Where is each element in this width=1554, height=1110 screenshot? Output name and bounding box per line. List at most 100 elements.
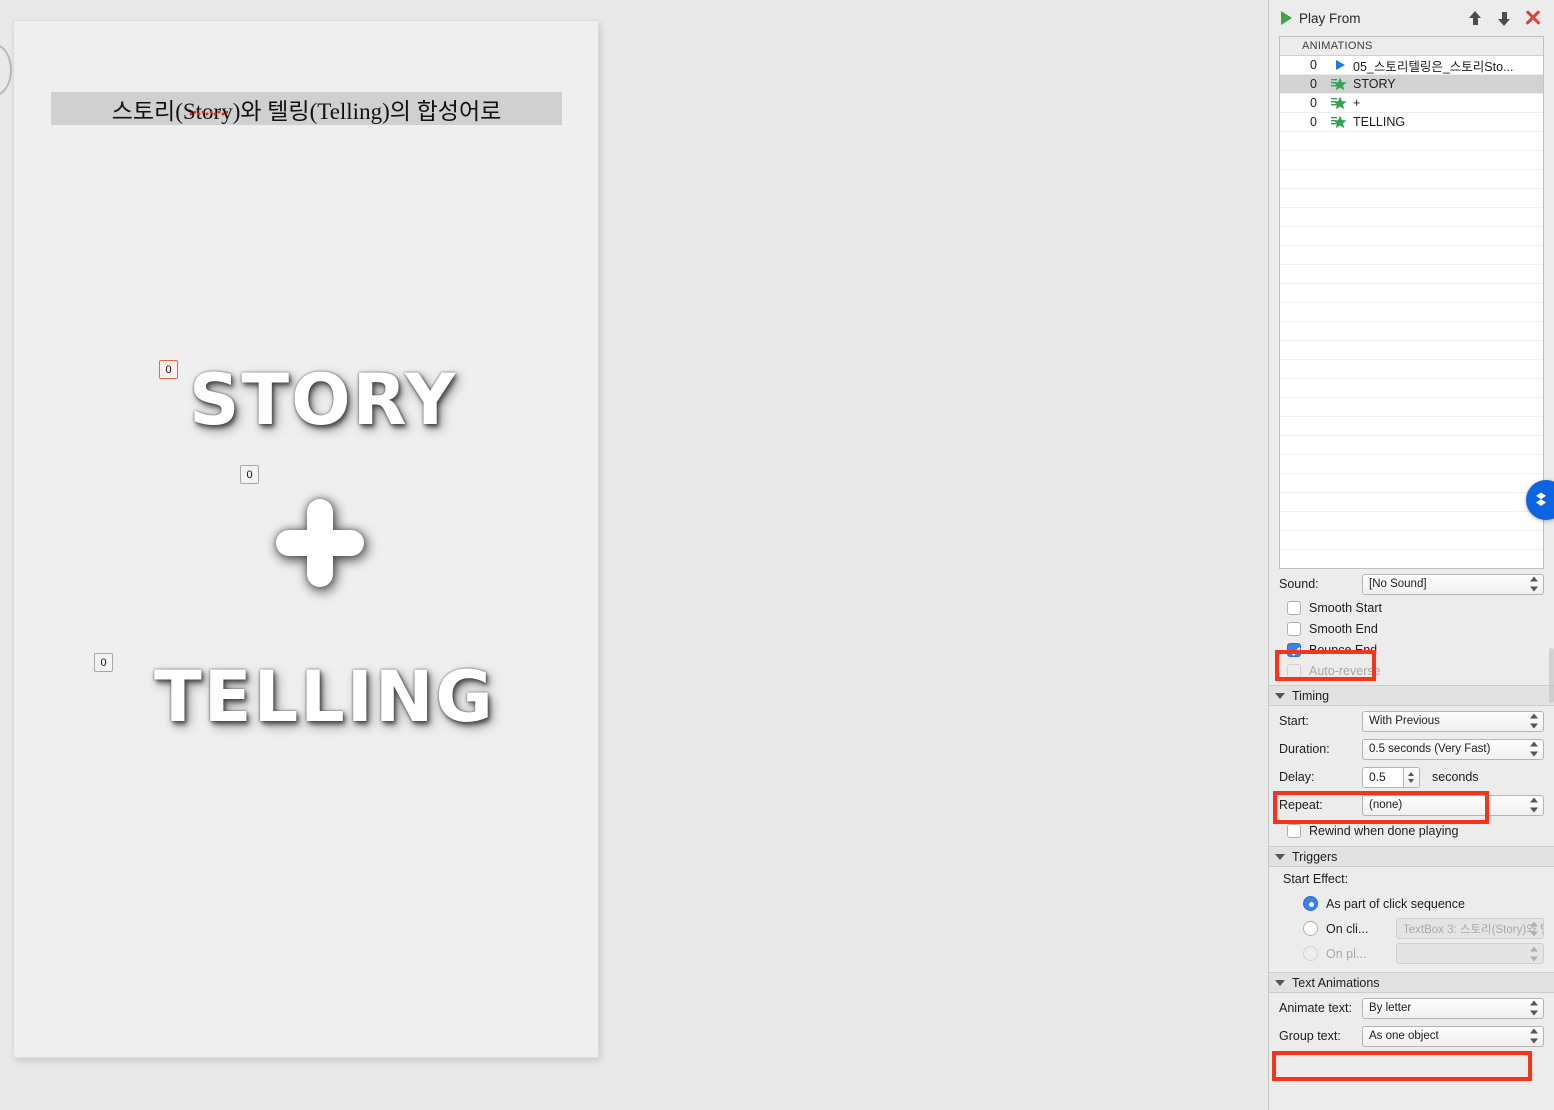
slide-title-textbox[interactable]: 스토리(Story)와 텔링(Telling)의 합성어로 bbox=[51, 92, 562, 125]
start-value: With Previous bbox=[1369, 715, 1440, 727]
smooth-start-checkbox[interactable] bbox=[1287, 600, 1301, 615]
animations-list-empty-row[interactable] bbox=[1280, 436, 1543, 455]
move-down-button[interactable] bbox=[1493, 7, 1515, 29]
repeat-row: Repeat: (none) bbox=[1279, 792, 1544, 818]
green-star-icon bbox=[1327, 115, 1353, 129]
animations-list-empty-row[interactable] bbox=[1280, 151, 1543, 170]
animation-label: + bbox=[1353, 96, 1361, 110]
triggers-section-header[interactable]: Triggers bbox=[1269, 846, 1554, 867]
trigger-on-play-radio bbox=[1303, 946, 1318, 961]
animations-list-empty-row[interactable] bbox=[1280, 493, 1543, 512]
close-button[interactable] bbox=[1522, 7, 1544, 29]
rewind-checkbox[interactable] bbox=[1287, 823, 1301, 838]
panel-scrollbar[interactable] bbox=[1549, 648, 1554, 703]
animations-list-empty-row[interactable] bbox=[1280, 189, 1543, 208]
animations-list-empty-row[interactable] bbox=[1280, 208, 1543, 227]
animations-list-empty-row[interactable] bbox=[1280, 132, 1543, 151]
slide-canvas[interactable]: 스토리(Story)와 텔링(Telling)의 합성어로 STORY TELL… bbox=[13, 20, 599, 1058]
repeat-select[interactable]: (none) bbox=[1362, 794, 1544, 816]
animations-list-empty-row[interactable] bbox=[1280, 265, 1543, 284]
smooth-end-checkbox-row[interactable]: Smooth End bbox=[1279, 618, 1544, 639]
trigger-on-click-radio[interactable] bbox=[1303, 921, 1318, 936]
bounce-end-label: Bounce End bbox=[1309, 642, 1378, 657]
bounce-end-checkbox[interactable] bbox=[1287, 642, 1301, 657]
animations-list-header: ANIMATIONS bbox=[1280, 37, 1543, 56]
animation-badge-plus[interactable]: 0 bbox=[240, 465, 259, 484]
inspector-title: Play From bbox=[1299, 10, 1361, 26]
animation-row-0[interactable]: 0 05_스토리텔링은_스토리Sto... bbox=[1280, 56, 1543, 75]
animations-list-empty-row[interactable] bbox=[1280, 303, 1543, 322]
rewind-checkbox-row[interactable]: Rewind when done playing bbox=[1279, 820, 1544, 841]
animate-text-row: Animate text: By letter bbox=[1279, 995, 1544, 1021]
slide-word-telling[interactable]: TELLING bbox=[154, 656, 495, 738]
delay-stepper[interactable] bbox=[1404, 766, 1420, 788]
animate-text-value: By letter bbox=[1369, 1002, 1412, 1014]
animations-list-empty-row[interactable] bbox=[1280, 246, 1543, 265]
trigger-click-sequence-label: As part of click sequence bbox=[1326, 896, 1465, 911]
effect-options-section: Sound: [No Sound] Smooth Start Smooth En… bbox=[1269, 571, 1554, 681]
trigger-on-click-row[interactable]: On cli... TextBox 3: 스토리(Story)와 텔링(T... bbox=[1279, 916, 1544, 941]
smooth-start-checkbox-row[interactable]: Smooth Start bbox=[1279, 597, 1544, 618]
play-icon[interactable] bbox=[1281, 11, 1292, 25]
trigger-on-click-select[interactable]: TextBox 3: 스토리(Story)와 텔링(T... bbox=[1396, 918, 1544, 939]
animations-list-empty-row[interactable] bbox=[1280, 379, 1543, 398]
auto-reverse-checkbox bbox=[1287, 663, 1301, 678]
animation-row-3[interactable]: 0 TELLING bbox=[1280, 113, 1543, 132]
animations-list-empty-row[interactable] bbox=[1280, 512, 1543, 531]
animations-list-empty-row[interactable] bbox=[1280, 360, 1543, 379]
slide-plus-shape[interactable] bbox=[276, 499, 364, 587]
trigger-on-play-select bbox=[1396, 943, 1544, 964]
green-star-icon bbox=[1327, 77, 1353, 91]
rewind-label: Rewind when done playing bbox=[1309, 823, 1459, 838]
timing-section: Start: With Previous Duration: 0.5 secon… bbox=[1269, 708, 1554, 841]
animations-list-empty-row[interactable] bbox=[1280, 227, 1543, 246]
chevron-down-icon bbox=[1275, 692, 1285, 699]
animation-inspector-panel: Play From ANIMATIONS 0 05_스토리텔링은_스토리Sto.… bbox=[1268, 0, 1554, 1110]
animations-list-empty-row[interactable] bbox=[1280, 341, 1543, 360]
animations-list-empty-row[interactable] bbox=[1280, 417, 1543, 436]
chevron-down-icon bbox=[1275, 853, 1285, 860]
animation-seq: 0 bbox=[1310, 96, 1317, 110]
animations-list-empty-row[interactable] bbox=[1280, 398, 1543, 417]
animations-list-empty-row[interactable] bbox=[1280, 284, 1543, 303]
stepper-icon bbox=[1530, 713, 1539, 729]
sound-select[interactable]: [No Sound] bbox=[1362, 573, 1544, 595]
animation-seq: 0 bbox=[1310, 115, 1317, 129]
delay-input[interactable]: 0.5 bbox=[1362, 766, 1404, 788]
animate-text-select[interactable]: By letter bbox=[1362, 997, 1544, 1019]
delay-row: Delay: 0.5 seconds bbox=[1279, 764, 1544, 790]
animations-list-empty-row[interactable] bbox=[1280, 455, 1543, 474]
auto-reverse-checkbox-row: Auto-reverse bbox=[1279, 660, 1544, 681]
duration-select[interactable]: 0.5 seconds (Very Fast) bbox=[1362, 738, 1544, 760]
animations-list[interactable]: ANIMATIONS 0 05_스토리텔링은_스토리Sto... 0 STORY… bbox=[1279, 36, 1544, 569]
start-row: Start: With Previous bbox=[1279, 708, 1544, 734]
animation-row-1[interactable]: 0 STORY bbox=[1280, 75, 1543, 94]
animations-list-empty-row[interactable] bbox=[1280, 322, 1543, 341]
animations-list-empty-row[interactable] bbox=[1280, 531, 1543, 550]
text-animations-section-header[interactable]: Text Animations bbox=[1269, 972, 1554, 993]
animation-badge-story[interactable]: 0 bbox=[159, 360, 178, 379]
animation-badge-telling[interactable]: 0 bbox=[94, 653, 113, 672]
timing-section-header[interactable]: Timing bbox=[1269, 685, 1554, 706]
trigger-click-sequence-row[interactable]: As part of click sequence bbox=[1279, 891, 1544, 916]
animation-row-2[interactable]: 0 + bbox=[1280, 94, 1543, 113]
smooth-end-checkbox[interactable] bbox=[1287, 621, 1301, 636]
start-select[interactable]: With Previous bbox=[1362, 710, 1544, 732]
duration-row: Duration: 0.5 seconds (Very Fast) bbox=[1279, 736, 1544, 762]
trigger-click-sequence-radio[interactable] bbox=[1303, 896, 1318, 911]
group-text-select[interactable]: As one object bbox=[1362, 1025, 1544, 1047]
bounce-end-checkbox-row[interactable]: Bounce End bbox=[1279, 639, 1544, 660]
spellcheck-underline bbox=[189, 111, 228, 116]
animations-list-empty-row[interactable] bbox=[1280, 550, 1543, 568]
group-text-value: As one object bbox=[1369, 1030, 1439, 1042]
delay-unit-label: seconds bbox=[1432, 770, 1479, 784]
stepper-icon bbox=[1530, 921, 1539, 936]
stepper-icon bbox=[1530, 797, 1539, 813]
animations-list-empty-row[interactable] bbox=[1280, 170, 1543, 189]
trigger-on-click-label: On cli... bbox=[1326, 921, 1369, 936]
move-up-button[interactable] bbox=[1464, 7, 1486, 29]
text-animations-section-title: Text Animations bbox=[1292, 975, 1380, 990]
triggers-section-title: Triggers bbox=[1292, 849, 1338, 864]
animations-list-empty-row[interactable] bbox=[1280, 474, 1543, 493]
slide-word-story[interactable]: STORY bbox=[189, 359, 457, 441]
